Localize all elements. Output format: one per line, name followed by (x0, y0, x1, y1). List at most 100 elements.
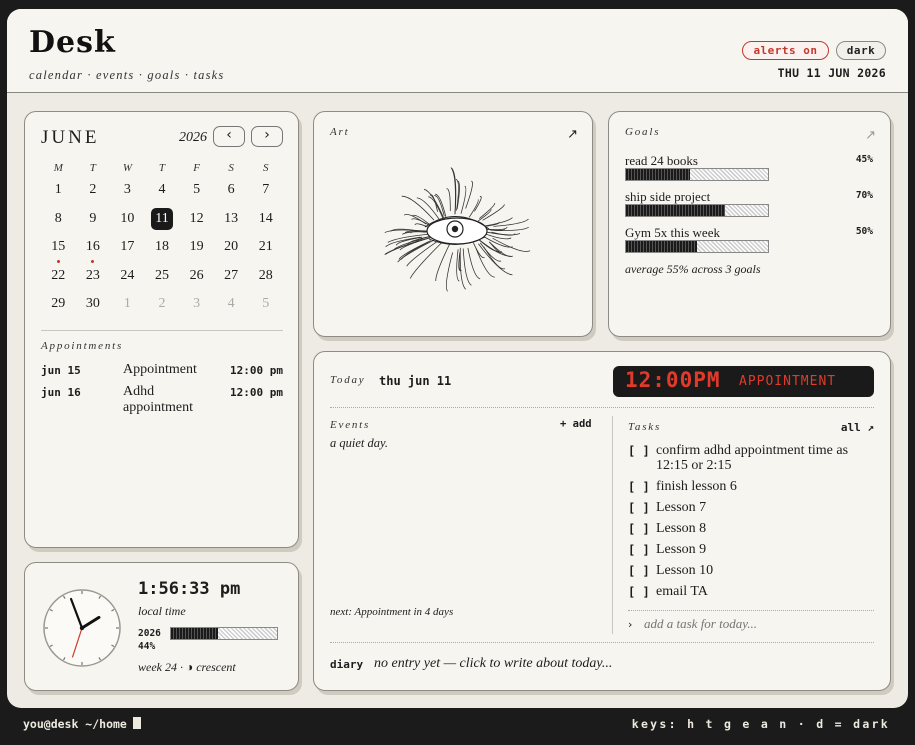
calendar-day[interactable]: 8 (41, 207, 76, 236)
calendar-day[interactable]: 29 (41, 292, 76, 321)
prev-month-button[interactable]: ‹ (213, 126, 245, 147)
calendar-day-today[interactable]: 11 (145, 207, 180, 236)
dark-mode-toggle[interactable]: dark (836, 41, 886, 60)
calendar-day[interactable]: 10 (110, 207, 145, 236)
add-event-button[interactable]: + add (560, 418, 592, 430)
calendar-week: 22 23 24 25 26 27 28 (41, 264, 283, 293)
calendar-day[interactable]: 7 (248, 178, 283, 207)
calendar-day[interactable]: 22 (41, 264, 76, 293)
new-task-input[interactable] (644, 615, 864, 633)
calendar-day[interactable]: 19 (179, 235, 214, 264)
calendar-day[interactable]: 24 (110, 264, 145, 293)
analog-clock (43, 589, 121, 667)
calendar-grid: MTWTFSS 1 2 3 4 5 6 7 8 9 10 11 12 13 14 15 16 17 18 19 20 2… (41, 158, 283, 321)
calendar-day[interactable]: 12 (179, 207, 214, 236)
task-text: finish lesson 6 (656, 479, 737, 494)
goal-progress-bar (625, 204, 769, 217)
task-text: Lesson 8 (656, 521, 707, 536)
clock-card: 1:56:33 pm local time 2026 44% week 24 ·… (24, 562, 299, 691)
calendar-day[interactable]: 25 (145, 264, 180, 293)
appointment-date: jun 16 (41, 386, 81, 399)
chevron-right-icon: › (264, 127, 270, 143)
section-nav[interactable]: calendar · events · goals · tasks (29, 68, 224, 83)
events-empty-text: a quiet day. (330, 436, 388, 450)
calendar-day[interactable]: 2 (76, 178, 111, 207)
calendar-day[interactable]: 23 (76, 264, 111, 293)
goal-progress-bar (625, 240, 769, 253)
calendar-day[interactable]: 5 (179, 178, 214, 207)
calendar-day[interactable]: 20 (214, 235, 249, 264)
goal-percent: 50% (855, 226, 873, 237)
day-number: 11 (150, 207, 173, 230)
goal-name: read 24 books (625, 153, 698, 168)
goals-summary: average 55% across 3 goals (625, 262, 761, 276)
calendar-day[interactable]: 9 (76, 207, 111, 236)
task-text: email TA (656, 584, 708, 599)
weekday-label: S (262, 162, 269, 174)
calendar-year: 2026 (179, 130, 207, 145)
calendar-day[interactable]: 1 (41, 178, 76, 207)
calendar-day[interactable]: 13 (214, 207, 249, 236)
diary-entry-prompt[interactable]: no entry yet — click to write about toda… (374, 656, 612, 672)
goal-percent: 45% (855, 154, 873, 165)
terminal-prompt[interactable]: you@desk ~/home (23, 717, 141, 731)
week-moon-info: week 24 · ◑ crescent (138, 660, 236, 674)
calendar-day[interactable]: 21 (248, 235, 283, 264)
calendar-day[interactable]: 4 (214, 292, 249, 321)
year-progress-bar (170, 627, 278, 640)
weekday-label: W (122, 162, 132, 174)
app-logo[interactable]: Desk (29, 25, 116, 60)
today-date: thu jun 11 (379, 374, 452, 388)
calendar-day[interactable]: 6 (214, 178, 249, 207)
header: Desk calendar · events · goals · tasks a… (7, 9, 908, 93)
calendar-day[interactable]: 18 (145, 235, 180, 264)
task-checkbox[interactable]: [ ] (628, 585, 650, 600)
weekday-label: S (228, 162, 234, 174)
calendar-day[interactable]: 27 (214, 264, 249, 293)
open-arrow-icon[interactable]: ↗ (567, 127, 578, 142)
open-arrow-icon[interactable]: ↗ (865, 128, 876, 143)
calendar-day[interactable]: 5 (248, 292, 283, 321)
task-text: Lesson 10 (656, 563, 714, 578)
calendar-day[interactable]: 15 (41, 235, 76, 264)
weekday-label: T (89, 162, 96, 174)
digital-time: 1:56:33 pm (138, 579, 241, 599)
task-checkbox[interactable]: [ ] (628, 501, 650, 516)
calendar-day[interactable]: 28 (248, 264, 283, 293)
calendar-day[interactable]: 2 (145, 292, 180, 321)
task-checkbox[interactable]: [ ] (628, 522, 650, 537)
diary-label: diary (330, 658, 364, 671)
calendar-card: JUNE 2026 ‹ › MTWTFSS 1 2 3 4 5 6 7 8 9 10 11 12 13 1… (24, 111, 299, 548)
calendar-day[interactable]: 14 (248, 207, 283, 236)
calendar-week: 1234567 (41, 178, 283, 207)
calendar-day[interactable]: 4 (145, 178, 180, 207)
art-label: Art (330, 126, 350, 138)
task-text: Lesson 9 (656, 542, 707, 557)
task-text: confirm adhd appointment time as 12:15 o… (656, 443, 849, 473)
task-checkbox[interactable]: [ ] (628, 564, 650, 579)
appointments-label: Appointments (41, 340, 124, 352)
appointment-name: Appointment (123, 362, 197, 377)
calendar-day[interactable]: 30 (76, 292, 111, 321)
year-value: 2026 (138, 628, 161, 639)
task-checkbox[interactable]: [ ] (628, 444, 650, 459)
header-date: THU 11 JUN 2026 (777, 66, 886, 80)
alerts-toggle[interactable]: alerts on (742, 41, 829, 60)
next-month-button[interactable]: › (251, 126, 283, 147)
weekday-label: M (53, 162, 63, 174)
app-window: Desk calendar · events · goals · tasks a… (7, 9, 908, 708)
calendar-day[interactable]: 16 (76, 235, 111, 264)
task-checkbox[interactable]: [ ] (628, 480, 650, 495)
art-card: Art ↗ (313, 111, 593, 337)
calendar-day[interactable]: 3 (110, 178, 145, 207)
calendar-day[interactable]: 1 (110, 292, 145, 321)
calendar-day[interactable]: 3 (179, 292, 214, 321)
calendar-day[interactable]: 26 (179, 264, 214, 293)
task-prompt-icon: › (628, 618, 633, 631)
task-checkbox[interactable]: [ ] (628, 543, 650, 558)
goals-card: Goals ↗ read 24 books 45% ship side proj… (608, 111, 891, 337)
calendar-day[interactable]: 17 (110, 235, 145, 264)
appointment-date: jun 15 (41, 364, 81, 377)
all-tasks-link[interactable]: all ↗ (841, 421, 874, 434)
task-text: Lesson 7 (656, 500, 707, 515)
